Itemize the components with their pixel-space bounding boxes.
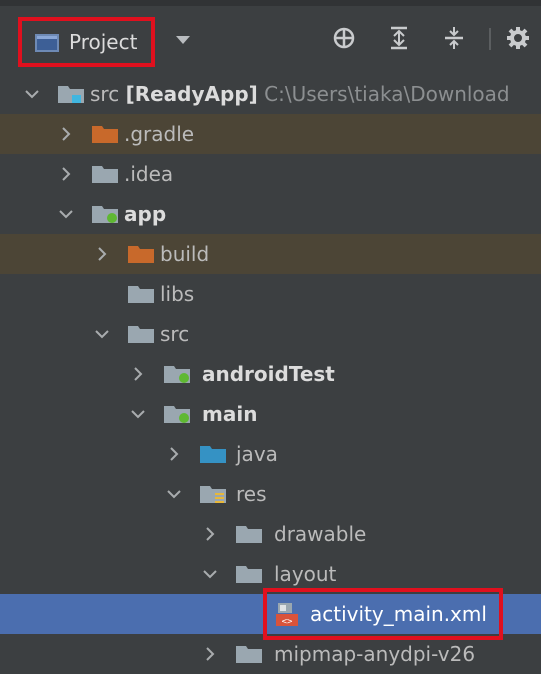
tree-row-gradle[interactable]: .gradle [0, 114, 541, 154]
chevron-down-icon[interactable] [56, 194, 76, 234]
tree-row-label: drawable [274, 522, 367, 546]
tree-row-label: src [ReadyApp] C:\Users\tiaka\Download [90, 82, 510, 106]
project-window-icon [35, 34, 59, 52]
tree-row-label: app [124, 202, 167, 226]
tree-row-label: androidTest [202, 362, 335, 386]
chevron-down-icon[interactable] [200, 554, 220, 594]
chevron-down-icon[interactable] [22, 74, 42, 114]
tree-row-label: src [160, 322, 190, 346]
folder-icon [236, 564, 262, 583]
tree-row-label: mipmap-anydpi-v26 [274, 642, 476, 666]
tree-row-androidtest[interactable]: androidTest [0, 354, 541, 394]
module-folder-icon [58, 84, 84, 103]
chevron-down-icon[interactable] [176, 36, 190, 44]
chevron-down-icon[interactable] [128, 394, 148, 434]
tree-row-res[interactable]: res [0, 474, 541, 514]
tree-row-src[interactable]: src [0, 314, 541, 354]
chevron-down-icon[interactable] [92, 314, 112, 354]
chevron-right-icon[interactable] [164, 434, 184, 474]
tree-row-label: libs [160, 282, 195, 306]
chevron-right-icon[interactable] [200, 514, 220, 554]
toolbar-top-border [0, 0, 541, 6]
tree-row-label: build [160, 242, 210, 266]
locate-icon[interactable] [328, 22, 360, 54]
tree-row-label: java [236, 442, 278, 466]
tree-row-label: .gradle [124, 122, 195, 146]
tree-row-main[interactable]: main [0, 394, 541, 434]
project-toolbar: Project [0, 0, 541, 78]
chevron-down-icon[interactable] [164, 474, 184, 514]
project-view-selector[interactable]: Project [18, 17, 155, 67]
tree-row-label: res [236, 482, 267, 506]
module-folder-icon [92, 204, 118, 223]
chevron-right-icon[interactable] [56, 154, 76, 194]
folder-icon [236, 644, 262, 663]
tree-row-label: main [202, 402, 258, 426]
tree-row-drawable[interactable]: drawable [0, 514, 541, 554]
tree-row-java[interactable]: java [0, 434, 541, 474]
tree-row-libs[interactable]: libs [0, 274, 541, 314]
tree-row-idea[interactable]: .idea [0, 154, 541, 194]
module-folder-icon [164, 364, 190, 383]
tree-row-mipmap-anydpi-v26[interactable]: mipmap-anydpi-v26 [0, 634, 541, 674]
resource-folder-icon [200, 484, 226, 503]
chevron-right-icon[interactable] [128, 354, 148, 394]
settings-gear-icon[interactable] [502, 22, 534, 54]
collapse-all-icon[interactable] [438, 22, 470, 54]
module-folder-icon [164, 404, 190, 423]
folder-icon [128, 284, 154, 303]
folder-icon [92, 164, 118, 183]
expand-all-icon[interactable] [383, 22, 415, 54]
tree-row-build[interactable]: build [0, 234, 541, 274]
tree-row-app[interactable]: app [0, 194, 541, 234]
chevron-right-icon[interactable] [92, 234, 112, 274]
chevron-right-icon[interactable] [200, 634, 220, 674]
folder-icon [128, 324, 154, 343]
project-view-label: Project [69, 30, 138, 54]
annotation-highlight-box [263, 588, 503, 640]
folder-icon [236, 524, 262, 543]
excluded-folder-icon [92, 124, 118, 143]
toolbar-separator [489, 28, 491, 50]
chevron-right-icon[interactable] [56, 114, 76, 154]
tree-row-root[interactable]: src [ReadyApp] C:\Users\tiaka\Download [0, 74, 541, 114]
source-folder-icon [200, 444, 226, 463]
tree-row-label: .idea [124, 162, 174, 186]
excluded-folder-icon [128, 244, 154, 263]
